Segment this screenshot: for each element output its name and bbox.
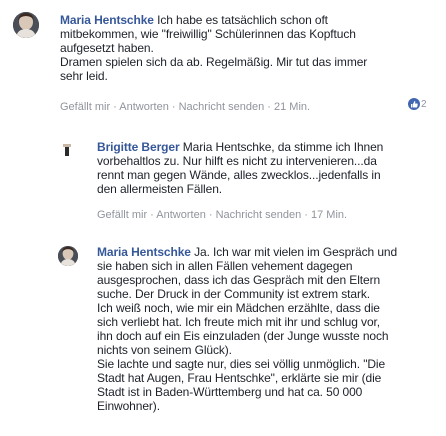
like-link[interactable]: Gefällt mir (97, 209, 147, 221)
profile-photo-icon (13, 12, 39, 38)
comment-line: den allermeisten Fällen. (97, 182, 223, 196)
comment-line: Ich weiß noch, wie mir ein Mädchen erzäh… (97, 301, 380, 315)
comment-author-link[interactable]: Maria Hentschke (97, 245, 191, 259)
comment-text: Maria Hentschke Ich habe es tatsächlich … (60, 13, 440, 83)
comment-line: Einwohner). (97, 399, 160, 413)
comment-line: Stadt ist in Baden-Württemberg und hat c… (97, 385, 363, 399)
comment-line: Maria Hentschke, da stimme ich Ihnen (182, 140, 384, 154)
reply-link[interactable]: Antworten (119, 101, 169, 113)
comment-line: Dramen spielen sich da ab. Regelmäßig. M… (60, 55, 368, 69)
comment-line: sich verliebt hat. Ich freute mich mit i… (97, 315, 380, 329)
comment-author-link[interactable]: Maria Hentschke (60, 13, 154, 27)
reply-link[interactable]: Antworten (156, 209, 206, 221)
comment-line: ausgesprochen, dass ich das Gespräch mit… (97, 273, 381, 287)
avatar[interactable] (59, 141, 75, 157)
comment-line: mitbekommen, wie "freiwillig" Schülerinn… (60, 27, 356, 41)
send-message-link[interactable]: Nachricht senden (216, 209, 302, 221)
send-message-link[interactable]: Nachricht senden (179, 101, 265, 113)
comment-line: suche. Der Druck in der Community ist ex… (97, 287, 370, 301)
comment-line: Ich habe es tatsächlich schon oft (157, 13, 328, 27)
profile-photo-icon (58, 246, 78, 266)
comment-line: ihn doch auf ein Eis einzuladen (der Jun… (97, 329, 389, 343)
comment-text: Brigitte Berger Maria Hentschke, da stim… (97, 140, 437, 196)
comment-text: Maria Hentschke Ja. Ich war mit vielen i… (97, 245, 442, 413)
like-link[interactable]: Gefällt mir (60, 101, 110, 113)
like-reaction-icon (408, 98, 420, 110)
profile-photo-icon (59, 141, 75, 157)
comment-line: sehr leid. (60, 69, 108, 83)
comment-line: vorbehaltlos zu. Nur hilft es nicht zu i… (97, 154, 377, 168)
comment-actions: Gefällt mir · Antworten · Nachricht send… (60, 101, 311, 113)
comment-author-link[interactable]: Brigitte Berger (97, 140, 180, 154)
reaction-count: 2 (421, 98, 427, 110)
avatar[interactable] (58, 246, 78, 266)
comment-actions: Gefällt mir · Antworten · Nachricht send… (97, 209, 348, 221)
comment-line: aufgesetzt haben. (60, 41, 154, 55)
comment-line: Ja. Ich war mit vielen im Gespräch und (194, 245, 398, 259)
comment-line: nichts von seinem Glück). (97, 343, 232, 357)
comment-line: sie haben sich in allen Fällen vehement … (97, 259, 353, 273)
comment-line: rennt man gegen Wände, alles zwecklos...… (97, 168, 381, 182)
timestamp[interactable]: 21 Min. (274, 101, 310, 113)
avatar[interactable] (13, 12, 39, 38)
timestamp[interactable]: 17 Min. (311, 209, 347, 221)
comment-line: Stadt hat Augen, Frau Hentschke", erklär… (97, 371, 382, 385)
reaction-summary[interactable]: 2 (408, 98, 427, 110)
comment-line: Sie lachte und sagte nur, dies sei völli… (97, 357, 386, 371)
